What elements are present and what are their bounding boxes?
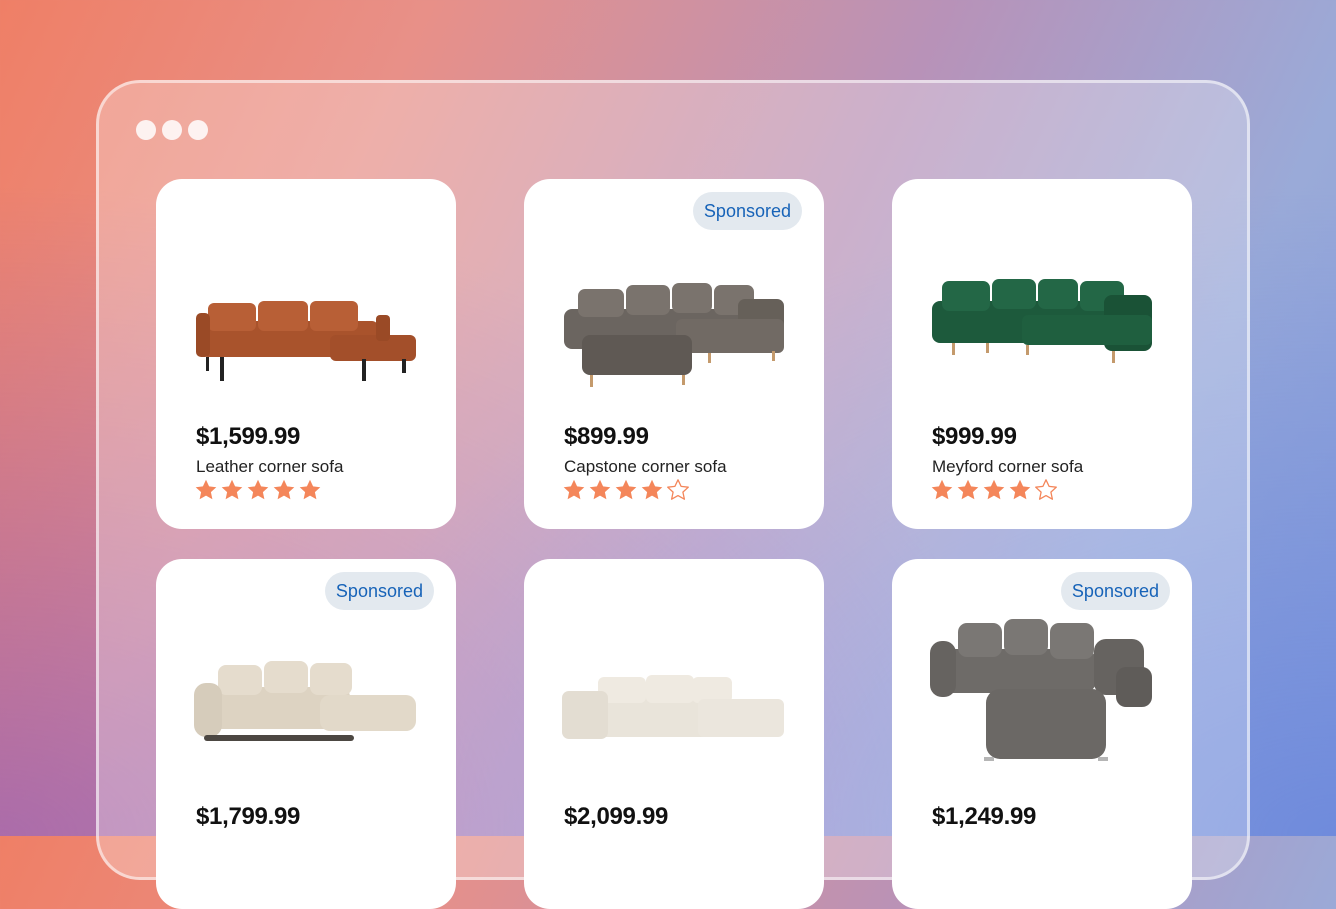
cream-sofa-image[interactable] [558,639,790,769]
sponsored-badge: Sponsored [1060,572,1170,610]
product-price: $999.99 [932,423,1017,450]
product-card[interactable]: $2,099.99 [524,559,824,909]
star-filled-icon [930,478,954,502]
star-filled-icon [982,478,1006,502]
star-filled-icon [194,478,218,502]
window-dot[interactable] [162,120,182,140]
star-filled-icon [640,478,664,502]
product-card[interactable]: Sponsored $1,799.99 [156,559,456,909]
star-filled-icon [614,478,638,502]
star-filled-icon [956,478,980,502]
window-dot[interactable] [188,120,208,140]
star-filled-icon [588,478,612,502]
star-empty-icon [666,478,690,502]
product-card[interactable]: $999.99 Meyford corner sofa [892,179,1192,529]
star-filled-icon [1008,478,1032,502]
grey-corner-sofa-image[interactable] [558,259,790,389]
star-empty-icon [1034,478,1058,502]
window-dot[interactable] [136,120,156,140]
product-price: $1,799.99 [196,803,301,830]
star-rating [194,478,322,502]
product-card[interactable]: $1,599.99 Leather corner sofa [156,179,456,529]
product-name[interactable]: Capstone corner sofa [564,457,727,477]
star-filled-icon [246,478,270,502]
sponsored-badge: Sponsored [692,192,802,230]
leather-sofa-image[interactable] [190,259,422,389]
star-filled-icon [272,478,296,502]
product-price: $1,599.99 [196,423,301,450]
product-name[interactable]: Leather corner sofa [196,457,343,477]
product-price: $2,099.99 [564,803,669,830]
product-price: $899.99 [564,423,649,450]
star-rating [562,478,690,502]
green-corner-sofa-image[interactable] [926,259,1158,389]
star-filled-icon [298,478,322,502]
window-controls [136,120,208,140]
star-filled-icon [562,478,586,502]
star-rating [930,478,1058,502]
sponsored-badge: Sponsored [324,572,434,610]
product-price: $1,249.99 [932,803,1037,830]
charcoal-sofa-image[interactable] [926,609,1158,789]
product-card[interactable]: Sponsored $899.99 Capstone corner sofa [524,179,824,529]
product-card[interactable]: Sponsored $1,249.99 [892,559,1192,909]
product-name[interactable]: Meyford corner sofa [932,457,1083,477]
beige-sofa-image[interactable] [190,639,422,769]
star-filled-icon [220,478,244,502]
